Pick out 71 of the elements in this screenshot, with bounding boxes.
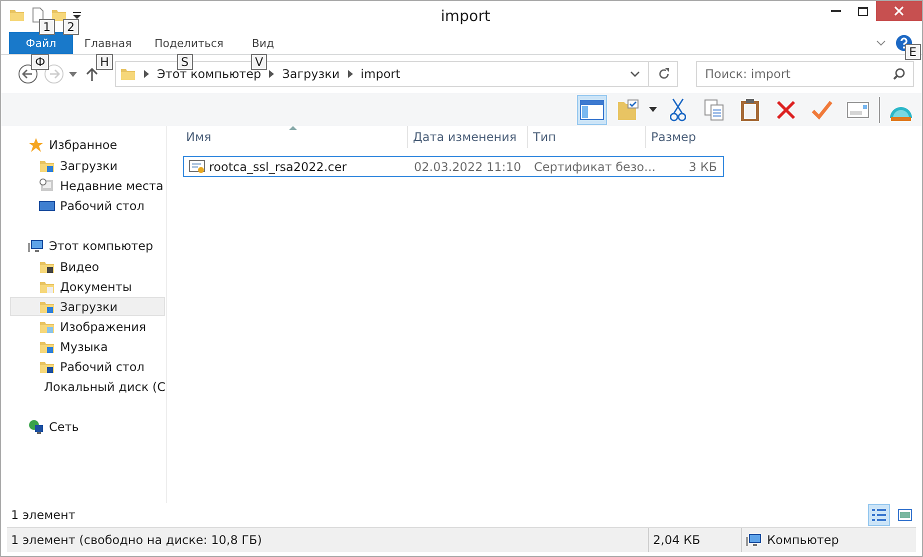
sidebar-item[interactable]: Недавние места (10, 176, 165, 195)
star-icon (28, 136, 44, 152)
keytip: 2 (63, 19, 79, 35)
sort-arrow-icon (289, 126, 297, 130)
preview-pane-button[interactable] (577, 94, 607, 124)
status-text: 2,04 КБ (653, 533, 700, 547)
details-view-button[interactable] (868, 504, 890, 526)
forward-button[interactable] (43, 63, 65, 85)
thumbnail-icon (898, 509, 912, 521)
file-row[interactable]: rootca_ssl_rsa2022.cer 02.03.2022 11:10 Сертификат безо... 3 КБ (183, 156, 724, 177)
chevron-icon (269, 70, 274, 78)
folder-icon (120, 66, 136, 82)
keytip: 1 (39, 19, 55, 35)
folder-icon (9, 7, 25, 23)
new-document-icon[interactable] (31, 7, 45, 23)
sidebar-group[interactable]: Сеть (1, 416, 166, 437)
file-name: rootca_ssl_rsa2022.cer (209, 160, 347, 174)
status-text: Компьютер (767, 533, 839, 547)
sidebar-item[interactable]: Изображения (10, 317, 165, 336)
keytip: Ф (31, 54, 50, 70)
maximize-icon (858, 6, 868, 16)
close-button[interactable] (876, 1, 922, 21)
chevron-icon (144, 70, 149, 78)
table-cell: 02.03.2022 11:10 (414, 160, 522, 174)
minimize-icon (830, 10, 840, 12)
keytip: E (905, 44, 921, 60)
recent-places-icon (39, 178, 55, 194)
column-header[interactable]: Тип (528, 126, 646, 148)
computer-icon (28, 238, 44, 254)
details-list-icon (872, 509, 886, 521)
search-field[interactable]: Поиск: import (696, 61, 914, 87)
table-cell: Сертификат безо... (534, 160, 656, 174)
column-header[interactable]: Размер (646, 126, 726, 148)
breadcrumb[interactable]: import (360, 67, 400, 81)
breadcrumb[interactable]: Загрузки (282, 67, 340, 81)
ribbon-tab[interactable]: Главная (73, 32, 143, 54)
up-arrow-icon (86, 67, 98, 81)
computer-icon (746, 532, 762, 548)
chevron-icon (348, 70, 353, 78)
keytip: H (96, 54, 114, 70)
sidebar-item[interactable]: Загрузки (10, 297, 165, 316)
chevron-down-icon[interactable] (876, 40, 886, 46)
keytip: S (177, 54, 193, 70)
window-title: import (440, 6, 492, 25)
sidebar-group[interactable]: Избранное (1, 134, 166, 155)
breadcrumb[interactable]: Этот компьютер (157, 67, 262, 81)
file-tab[interactable]: Файл (9, 32, 73, 54)
ribbon-tab[interactable]: Вид (235, 32, 291, 54)
sidebar-item[interactable]: Рабочий стол (10, 196, 165, 215)
refresh-icon[interactable] (657, 67, 671, 81)
table-cell: 3 КБ (688, 160, 717, 174)
column-header[interactable]: Дата изменения (408, 126, 528, 148)
search-icon (893, 68, 905, 80)
dropdown-icon[interactable] (649, 107, 657, 112)
item-count: 1 элемент (11, 508, 76, 522)
sidebar-item[interactable]: Локальный диск (C (10, 377, 165, 396)
sidebar-group[interactable]: Этот компьютер (1, 235, 166, 256)
dropdown-icon[interactable] (73, 11, 81, 19)
network-icon (28, 418, 44, 434)
close-icon (894, 6, 904, 16)
ribbon-tab[interactable]: Поделиться (143, 32, 235, 54)
sidebar-item[interactable]: Загрузки (10, 156, 165, 175)
sidebar-item[interactable]: Документы (10, 277, 165, 296)
chevron-down-icon[interactable] (630, 71, 640, 77)
certificate-icon (189, 158, 205, 174)
keytip: V (251, 54, 268, 70)
sidebar-item[interactable]: Видео (10, 257, 165, 276)
new-folder-icon (51, 7, 67, 23)
status-text: 1 элемент (свободно на диске: 10,8 ГБ) (11, 533, 262, 547)
sidebar-item[interactable]: Музыка (10, 337, 165, 356)
sidebar-item[interactable]: Рабочий стол (10, 357, 165, 376)
